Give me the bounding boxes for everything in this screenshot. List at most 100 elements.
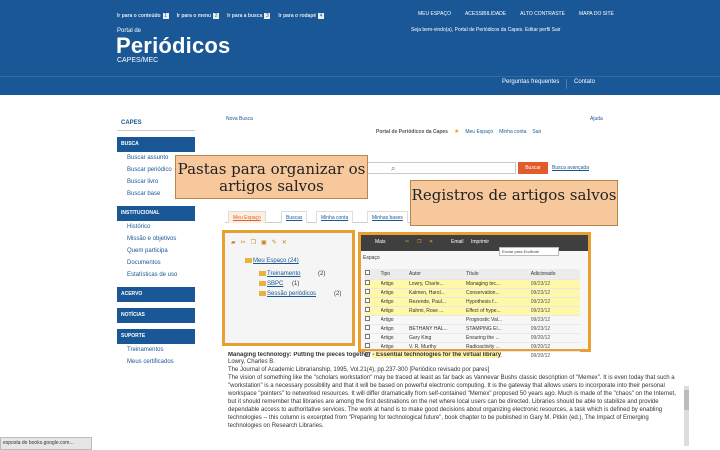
- table-header-row: Tipo Autor Título Adicionado: [365, 269, 580, 279]
- sidebar-title[interactable]: CAPES: [117, 110, 195, 131]
- sidebar-item-treinamentos[interactable]: Treinamentos: [117, 344, 195, 356]
- high-contrast-link[interactable]: Alto contraste: [520, 11, 565, 17]
- sidebar-head-institucional[interactable]: INSTITUCIONAL: [117, 206, 195, 221]
- cut-icon[interactable]: ✂: [405, 239, 409, 245]
- sidebar-item-documentos[interactable]: Documentos: [117, 257, 195, 269]
- article-scrollbar-thumb[interactable]: [684, 390, 689, 410]
- accessibility-links: Meu espaço Acessibilidade Alto contraste…: [418, 11, 614, 17]
- sidebar-item-historico[interactable]: Histórico: [117, 221, 195, 233]
- row-title[interactable]: STAMPING El...: [466, 323, 531, 333]
- row-checkbox[interactable]: [365, 296, 381, 306]
- records-panel: Mais ✂ ❐ ✕ Email Imprimir Enviar para En…: [358, 232, 591, 360]
- folder-root[interactable]: Meu Espaço (24): [245, 258, 299, 264]
- contact-link[interactable]: Contato: [574, 79, 595, 85]
- row-checkbox[interactable]: [365, 287, 381, 297]
- row-type: Artigo: [380, 305, 410, 315]
- select-all-checkbox[interactable]: [365, 269, 381, 279]
- delete-icon[interactable]: ✕: [429, 239, 433, 245]
- skip-to-footer-link[interactable]: Ir para o rodapé 4: [278, 13, 325, 19]
- tab-minha-conta[interactable]: Minha conta: [316, 211, 354, 223]
- row-title[interactable]: Prognostic Val...: [466, 314, 531, 324]
- sidebar-head-busca[interactable]: BUSCA: [117, 137, 195, 152]
- folder-item-treinamento[interactable]: Treinamento: [259, 271, 300, 277]
- skip-to-search-link[interactable]: Ir para a busca 3: [227, 13, 271, 19]
- sidebar: CAPES BUSCA Buscar assunto Buscar periód…: [117, 110, 195, 368]
- logout-link[interactable]: Sair: [532, 129, 541, 135]
- new-search-link[interactable]: Nova Busca: [226, 116, 253, 122]
- copy-icon[interactable]: ❐: [417, 239, 421, 245]
- row-date: 09/23/12: [530, 305, 580, 315]
- skip-to-menu-link[interactable]: Ir para o menu 2: [177, 13, 220, 19]
- paste-icon[interactable]: ▣: [261, 239, 267, 246]
- copy-icon[interactable]: ❐: [251, 239, 256, 246]
- row-title[interactable]: Effect of hype...: [466, 305, 531, 315]
- column-header[interactable]: Adicionado: [530, 269, 580, 279]
- row-title[interactable]: Conservation...: [466, 287, 531, 297]
- sitemap-link[interactable]: Mapa do site: [579, 11, 614, 17]
- faq-link[interactable]: Perguntas frequentes: [502, 79, 559, 85]
- delete-icon[interactable]: ✕: [282, 239, 287, 246]
- tab-buscas[interactable]: Buscas: [281, 211, 308, 223]
- row-checkbox[interactable]: [365, 278, 381, 288]
- new-folder-icon[interactable]: ▰: [231, 239, 236, 246]
- tab-minhas-bases[interactable]: Minhas bases: [367, 211, 408, 223]
- column-header[interactable]: Tipo: [380, 269, 410, 279]
- table-row[interactable]: Artigo Kalmen, Harol... Conservation... …: [365, 287, 580, 297]
- export-select[interactable]: Enviar para EndNote: [499, 247, 559, 256]
- row-author: Kalmen, Harol...: [409, 287, 466, 297]
- sidebar-head-suporte[interactable]: SUPORTE: [117, 329, 195, 344]
- row-checkbox[interactable]: [365, 341, 381, 351]
- sidebar-item-quem-participa[interactable]: Quem participa: [117, 245, 195, 257]
- table-row[interactable]: Artigo Prognostic Val... 09/23/12: [365, 314, 580, 324]
- cut-icon[interactable]: ✂: [241, 239, 246, 246]
- site-logo-title[interactable]: Periódicos: [116, 33, 230, 59]
- welcome-text: Seja bem-vindo(a), Portal de Periódicos …: [411, 27, 561, 33]
- row-title[interactable]: Hypothesis f...: [466, 296, 531, 306]
- search-button[interactable]: Buscar: [518, 162, 548, 174]
- advanced-search-link[interactable]: Busca avançada: [552, 165, 589, 171]
- row-checkbox[interactable]: [365, 305, 381, 315]
- table-row[interactable]: Artigo Lowry, Charle... Managing tec... …: [365, 278, 580, 288]
- space-label: Espaço: [363, 255, 380, 261]
- email-button[interactable]: Email: [451, 239, 464, 245]
- column-header[interactable]: Autor: [409, 269, 466, 279]
- row-title[interactable]: Ensuring the ...: [466, 332, 531, 342]
- row-checkbox[interactable]: [365, 332, 381, 342]
- print-button[interactable]: Imprimir: [471, 239, 489, 245]
- tab-meu-espaco[interactable]: Meu Espaço: [228, 211, 266, 223]
- article-journal: The Journal of Academic Librarianship, 1…: [228, 367, 490, 373]
- folder-item-sbpc[interactable]: SBPC: [259, 281, 283, 287]
- search-icon: ⌕: [391, 164, 396, 173]
- table-row[interactable]: Artigo Rezende, Paul... Hypothesis f... …: [365, 296, 580, 306]
- column-header[interactable]: Título: [466, 269, 531, 279]
- table-row[interactable]: Artigo Gary King Ensuring the ... 09/20/…: [365, 332, 580, 342]
- help-link[interactable]: Ajuda: [590, 116, 603, 122]
- sidebar-item-certificados[interactable]: Meus certificados: [117, 356, 195, 368]
- my-space-link[interactable]: Meu espaço: [418, 11, 451, 17]
- more-menu[interactable]: Mais: [375, 239, 386, 245]
- folder-item-sessao-periodicos[interactable]: Sessão periódicos: [259, 291, 316, 297]
- my-account-link[interactable]: Minha conta: [499, 129, 526, 135]
- row-date: 09/23/12: [530, 323, 580, 333]
- sidebar-item-missao[interactable]: Missão e objetivos: [117, 233, 195, 245]
- star-icon: ★: [453, 129, 460, 135]
- article-author: Lowry, Charles B.: [228, 359, 275, 365]
- table-row[interactable]: Artigo Rahmi, Rose ... Effect of hype...…: [365, 305, 580, 315]
- row-checkbox[interactable]: [365, 323, 381, 333]
- row-title[interactable]: Radioactivity ...: [466, 341, 531, 351]
- row-title[interactable]: Managing tec...: [466, 278, 531, 288]
- row-author: [409, 314, 466, 324]
- sidebar-item-estatisticas[interactable]: Estatísticas de uso: [117, 269, 195, 281]
- sidebar-head-acervo[interactable]: ACERVO: [117, 287, 195, 302]
- my-space-link[interactable]: Meu Espaço: [465, 129, 493, 135]
- rename-icon[interactable]: ✎: [272, 239, 277, 246]
- table-row[interactable]: Artigo V. R. Murthy Radioactivity ... 09…: [365, 341, 580, 351]
- sidebar-head-noticias[interactable]: NOTÍCIAS: [117, 308, 195, 323]
- row-checkbox[interactable]: [365, 314, 381, 324]
- site-header: Ir para o conteúdo 1 Ir para o menu 2 Ir p…: [0, 0, 720, 95]
- accessibility-link[interactable]: Acessibilidade: [465, 11, 506, 17]
- table-row[interactable]: Artigo BETHANY HAL... STAMPING El... 09/…: [365, 323, 580, 333]
- article-abstract: The vision of something like the "schola…: [228, 375, 676, 429]
- skip-to-content-link[interactable]: Ir para o conteúdo 1: [117, 13, 169, 19]
- row-type: Artigo: [380, 341, 410, 351]
